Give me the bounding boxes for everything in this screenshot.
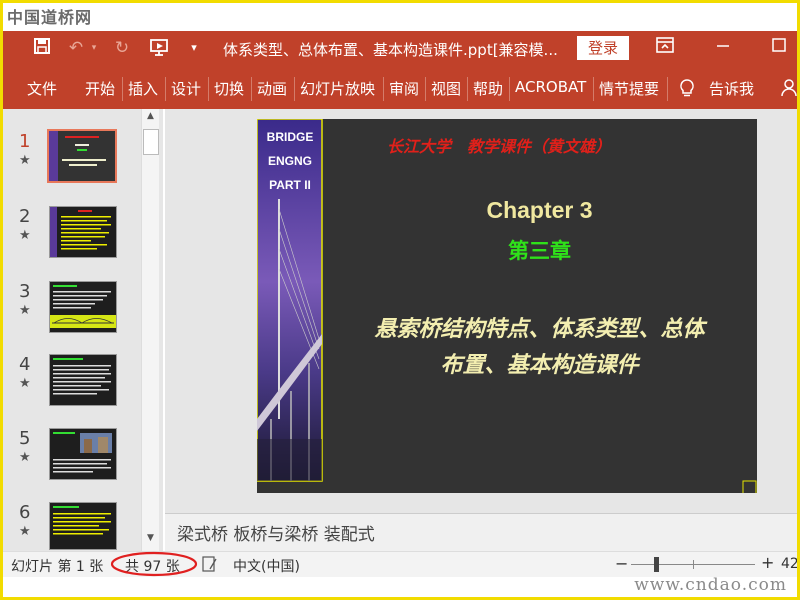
thumbnail-row[interactable]: 4 ★ <box>3 354 138 424</box>
tab-separator <box>294 77 295 101</box>
slide-side-title: BRIDGE ENGNG PART II <box>263 125 317 197</box>
side-text-line: ENGNG <box>267 154 312 168</box>
tab-storyboard[interactable]: 情节提要 <box>599 78 659 99</box>
tab-help[interactable]: 帮助 <box>473 78 503 99</box>
tab-separator <box>383 77 384 101</box>
user-icon[interactable] <box>781 78 797 100</box>
tab-design[interactable]: 设计 <box>171 78 201 99</box>
slide-number: 5 <box>19 428 31 449</box>
tab-separator <box>122 77 123 101</box>
tab-separator <box>593 77 594 101</box>
thumbnail-scrollbar[interactable]: ▲ ▼ <box>141 109 159 551</box>
tab-separator <box>165 77 166 101</box>
animation-star-icon: ★ <box>19 524 31 539</box>
notes-text[interactable]: 梁式桥 板桥与梁桥 装配式 <box>177 520 375 545</box>
chapter-title-en: Chapter 3 <box>486 197 593 223</box>
tab-home[interactable]: 开始 <box>85 78 115 99</box>
bridge-photo <box>257 119 757 493</box>
scroll-up-icon[interactable]: ▲ <box>144 111 157 125</box>
present-from-start-icon[interactable] <box>147 37 173 59</box>
title-bar: ↶ ▾ ↻ ▾ 体系类型、总体布置、基本构造课件.ppt[兼容模... 登录 <box>3 31 797 69</box>
zoom-slider-thumb[interactable] <box>654 557 659 572</box>
slide-thumbnail-2[interactable] <box>49 206 117 258</box>
current-slide[interactable]: BRIDGE ENGNG PART II 长江大学 教学课件（黄文雄） Chap… <box>257 119 757 493</box>
ribbon-display-icon[interactable] <box>653 37 677 59</box>
slide-number: 2 <box>19 206 31 227</box>
slide-number: 3 <box>19 281 31 302</box>
language-label[interactable]: 中文(中国) <box>233 556 300 576</box>
tab-review[interactable]: 审阅 <box>389 78 419 99</box>
tab-file[interactable]: 文件 <box>27 78 57 99</box>
animation-star-icon: ★ <box>19 153 31 168</box>
lightbulb-icon[interactable] <box>677 78 697 100</box>
tab-separator <box>509 77 510 101</box>
animation-star-icon: ★ <box>19 303 31 318</box>
save-icon[interactable] <box>31 37 53 59</box>
slide-header: 长江大学 教学课件（黄文雄） <box>387 137 612 156</box>
scroll-thumb[interactable] <box>143 129 159 155</box>
watermark-bottom-strip: www.cndao.com <box>3 575 797 597</box>
slide-number: 4 <box>19 354 31 375</box>
zoom-slider-midmark <box>693 560 694 569</box>
tab-view[interactable]: 视图 <box>431 78 461 99</box>
zoom-out-button[interactable]: − <box>615 554 628 573</box>
side-text-line: PART II <box>269 178 311 192</box>
slide-thumbnail-6[interactable] <box>49 502 117 550</box>
slide-title-line1: 悬索桥结构特点、体系类型、总体 <box>374 317 705 342</box>
notes-pane[interactable]: 梁式桥 板桥与梁桥 装配式 <box>165 513 797 552</box>
thumbnail-row[interactable]: 1 ★ <box>3 129 138 201</box>
watermark-bottom: www.cndao.com <box>634 575 787 595</box>
customize-qat-icon[interactable]: ▾ <box>187 37 201 59</box>
document-title: 体系类型、总体布置、基本构造课件.ppt[兼容模... <box>223 41 558 59</box>
animation-star-icon: ★ <box>19 228 31 243</box>
highlight-circle <box>110 551 198 577</box>
tab-insert[interactable]: 插入 <box>128 78 158 99</box>
spell-check-icon[interactable] <box>201 555 219 573</box>
watermark-top: 中国道桥网 <box>7 8 93 27</box>
side-text-line: BRIDGE <box>266 130 314 144</box>
tab-acrobat[interactable]: ACROBAT <box>515 78 586 96</box>
scroll-down-icon[interactable]: ▼ <box>144 533 157 547</box>
ribbon-tabs: 文件 开始 插入 设计 切换 动画 幻灯片放映 审阅 视图 帮助 ACROBAT… <box>3 69 797 109</box>
slide-thumbnail-4[interactable] <box>49 354 117 406</box>
chapter-title-cn: 第三章 <box>508 239 571 263</box>
thumbnail-row[interactable]: 2 ★ <box>3 206 138 276</box>
slide-number: 6 <box>19 502 31 523</box>
maximize-icon[interactable] <box>767 37 791 59</box>
tell-me-search[interactable]: 告诉我 <box>709 78 754 99</box>
tab-separator <box>208 77 209 101</box>
slide-thumbnail-panel: 1 ★ 2 ★ 3 ★ 4 ★ 5 ★ 6 ★ ▲ ▼ <box>3 109 163 551</box>
screenshot-frame: 中国道桥网 ↶ ▾ ↻ ▾ 体系类型、总体布置、基本构造课件.ppt[兼容模..… <box>0 0 800 600</box>
login-button[interactable]: 登录 <box>577 36 629 60</box>
slide-editor: BRIDGE ENGNG PART II 长江大学 教学课件（黄文雄） Chap… <box>165 109 797 513</box>
tab-separator <box>251 77 252 101</box>
undo-dropdown-icon[interactable]: ▾ <box>89 37 99 59</box>
tab-separator <box>467 77 468 101</box>
zoom-in-button[interactable]: + <box>761 553 774 572</box>
slide-position-label: 幻灯片 第 1 张 <box>11 559 104 575</box>
animation-star-icon: ★ <box>19 376 31 391</box>
slide-thumbnail-3[interactable] <box>49 281 117 333</box>
tab-separator <box>667 77 668 101</box>
redo-icon[interactable]: ↻ <box>111 37 133 59</box>
thumbnail-row[interactable]: 3 ★ <box>3 281 138 351</box>
tab-transitions[interactable]: 切换 <box>214 78 244 99</box>
slide-thumbnail-5[interactable] <box>49 428 117 480</box>
minimize-icon[interactable] <box>711 37 735 59</box>
undo-icon[interactable]: ↶ <box>65 37 87 59</box>
tab-slideshow[interactable]: 幻灯片放映 <box>300 78 375 99</box>
status-bar: 幻灯片 第 1 张 共 97 张 中文(中国) − + 42 <box>3 551 797 578</box>
slide-number: 1 <box>19 131 31 152</box>
animation-star-icon: ★ <box>19 450 31 465</box>
thumbnail-row[interactable]: 5 ★ <box>3 428 138 498</box>
tab-animations[interactable]: 动画 <box>257 78 287 99</box>
tab-separator <box>425 77 426 101</box>
slide-thumbnail-1[interactable] <box>47 129 117 183</box>
zoom-level[interactable]: 42 <box>781 556 797 572</box>
slide-title-line2: 布置、基本构造课件 <box>440 353 639 378</box>
